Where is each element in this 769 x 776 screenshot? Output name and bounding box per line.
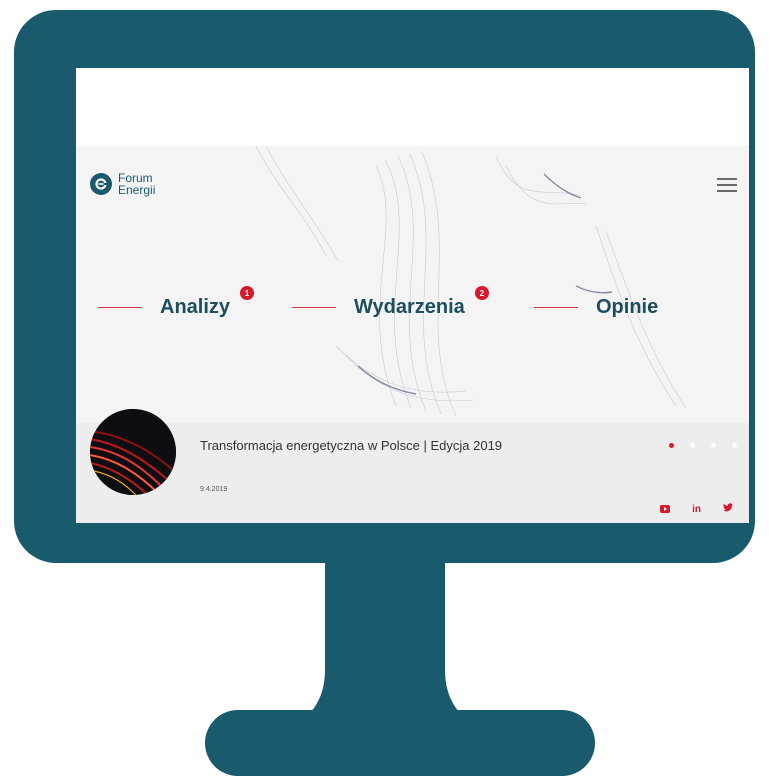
nav-label-analizy[interactable]: Analizy xyxy=(160,296,230,319)
top-blank-area xyxy=(76,68,749,146)
slider-dot-3[interactable] xyxy=(711,443,716,448)
forum-energii-logo-icon xyxy=(90,173,112,195)
nav-badge-analizy: 1 xyxy=(240,286,254,300)
nav-item-opinie[interactable]: Opinie xyxy=(534,296,658,319)
nav-decor-line xyxy=(98,307,142,308)
social-links: in xyxy=(638,503,733,515)
slider-pagination xyxy=(653,443,737,448)
nav-item-wydarzenia[interactable]: Wydarzenia 2 xyxy=(292,286,489,319)
monitor-stand-neck xyxy=(285,560,485,730)
twitter-icon[interactable] xyxy=(723,503,733,515)
slider-dot-4[interactable] xyxy=(732,443,737,448)
nav-decor-line xyxy=(292,307,336,308)
featured-article-title[interactable]: Transformacja energetyczna w Polsce | Ed… xyxy=(200,437,530,455)
featured-article-date: 9.4.2019 xyxy=(200,486,228,493)
featured-article-bar: Transformacja energetyczna w Polsce | Ed… xyxy=(76,409,749,523)
slider-dot-2[interactable] xyxy=(690,443,695,448)
youtube-icon[interactable] xyxy=(660,505,671,513)
hamburger-icon[interactable] xyxy=(717,178,737,192)
nav-item-analizy[interactable]: Analizy 1 xyxy=(98,286,254,319)
forum-energii-logo[interactable]: Forum Energii xyxy=(90,172,155,196)
monitor-stand-base xyxy=(205,710,595,776)
nav-label-wydarzenia[interactable]: Wydarzenia xyxy=(354,296,465,319)
monitor-frame: Forum Energii Analizy 1 Wydarzenia 2 Opi… xyxy=(14,10,755,563)
website-screen: Forum Energii Analizy 1 Wydarzenia 2 Opi… xyxy=(76,68,749,523)
slider-dot-1[interactable] xyxy=(669,443,674,448)
hero-background-art xyxy=(255,146,687,417)
featured-article-thumbnail[interactable] xyxy=(90,409,176,495)
nav-label-opinie[interactable]: Opinie xyxy=(596,296,658,319)
linkedin-icon[interactable]: in xyxy=(692,504,701,515)
nav-badge-wydarzenia: 2 xyxy=(475,286,489,300)
hero-section: Forum Energii Analizy 1 Wydarzenia 2 Opi… xyxy=(76,146,749,426)
nav-decor-line xyxy=(534,307,578,308)
logo-text-line2: Energii xyxy=(118,183,156,197)
